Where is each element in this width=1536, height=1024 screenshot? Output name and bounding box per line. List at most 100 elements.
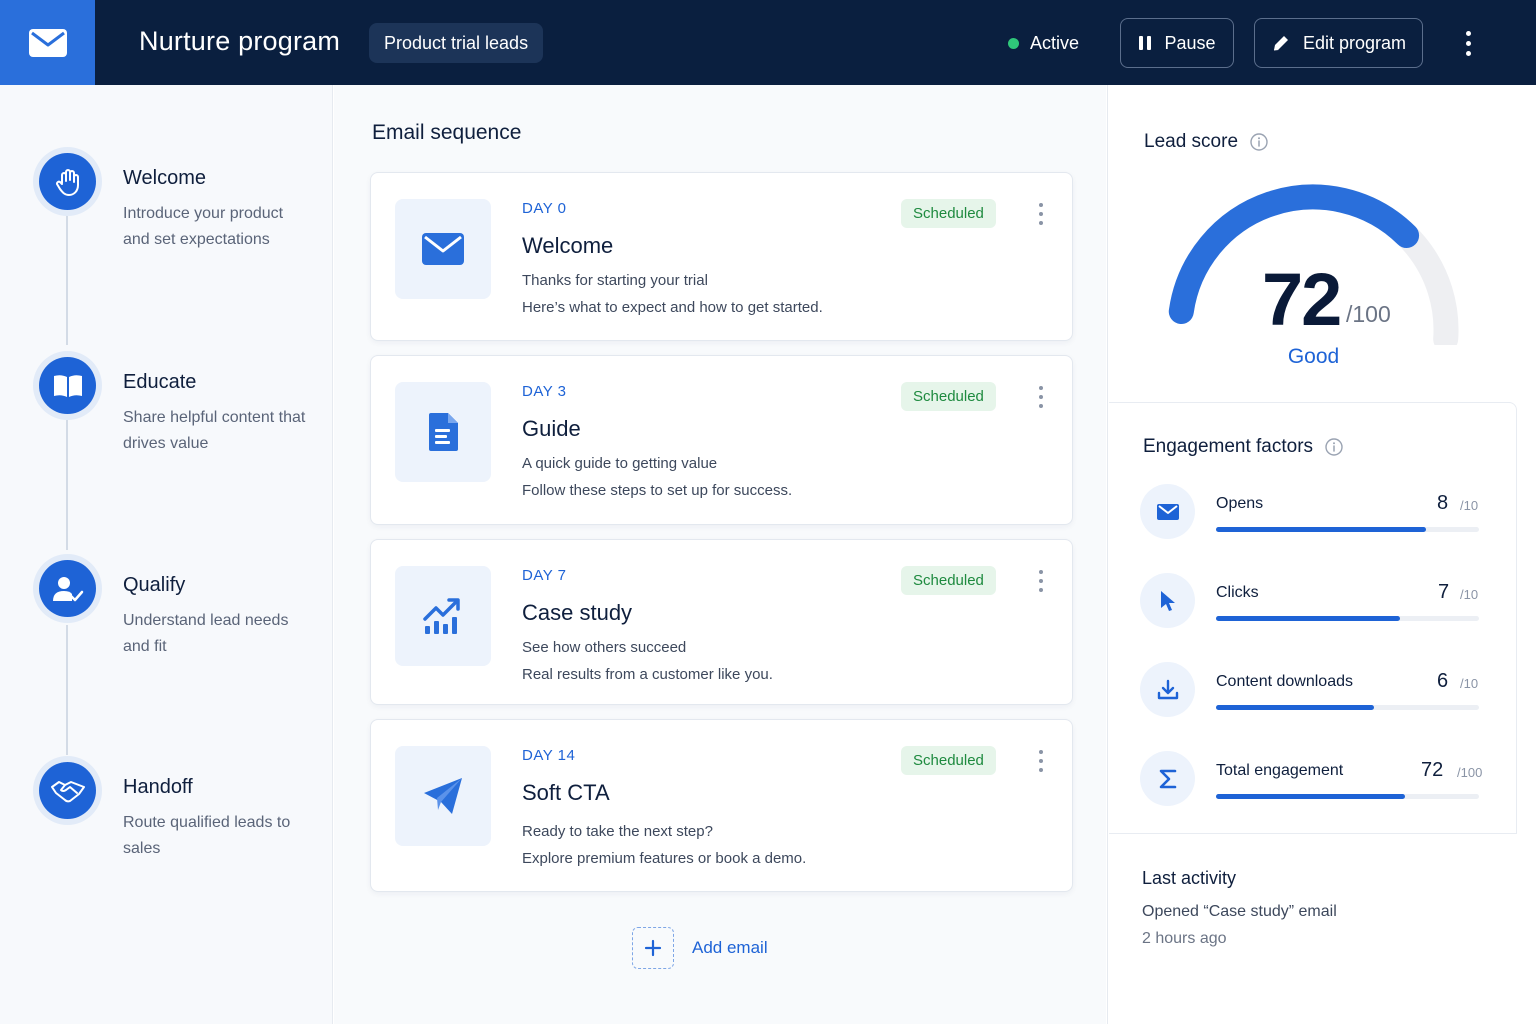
- last-activity-time: 2 hours ago: [1142, 930, 1227, 947]
- email-subject: Ready to take the next step?: [522, 823, 713, 840]
- program-stages: Welcome Introduce your product and set e…: [0, 85, 333, 1024]
- mail-icon: [1140, 484, 1195, 539]
- progress-track: [1216, 616, 1479, 621]
- sequence-title: Email sequence: [372, 121, 522, 144]
- add-email-label: Add email: [692, 938, 768, 957]
- email-preview: Follow these steps to set up for success…: [522, 482, 793, 499]
- email-subject: Thanks for starting your trial: [522, 272, 708, 289]
- email-preview: Here’s what to expect and how to get sta…: [522, 299, 823, 316]
- plus-icon: [632, 927, 674, 969]
- last-activity-heading: Last activity: [1142, 868, 1237, 888]
- progress-fill: [1216, 794, 1406, 799]
- paper-plane-icon: [395, 746, 491, 846]
- factor-value: 7: [1438, 581, 1450, 603]
- more-options-icon[interactable]: [1036, 570, 1046, 592]
- info-icon[interactable]: [1325, 438, 1343, 456]
- status-label: Active: [1030, 33, 1080, 53]
- page-title: Nurture program: [139, 26, 341, 56]
- progress-track: [1216, 794, 1479, 799]
- factor-name: Content downloads: [1216, 673, 1353, 690]
- program-status: Active: [1008, 33, 1079, 54]
- progress-fill: [1216, 616, 1401, 621]
- stage-title: Qualify: [123, 574, 186, 596]
- factor-max: /10: [1460, 676, 1479, 691]
- factor-max: /10: [1460, 587, 1479, 602]
- segment-chip[interactable]: Product trial leads: [369, 23, 544, 63]
- factor-max: /100: [1457, 765, 1483, 780]
- lead-score-value: 72: [1262, 258, 1342, 341]
- email-card-guide[interactable]: DAY 3 Guide A quick guide to getting val…: [370, 355, 1073, 525]
- lead-score-title: Lead score: [1144, 131, 1239, 152]
- mail-icon: [395, 199, 491, 299]
- stage-title: Educate: [123, 371, 197, 393]
- stage-connector: [66, 420, 68, 550]
- pause-icon: [1138, 35, 1152, 51]
- lead-score-rating: Good: [1287, 345, 1340, 368]
- stage-title: Handoff: [123, 776, 193, 798]
- stage-connector: [66, 625, 68, 755]
- stage-description: Understand lead needs and fit: [123, 612, 289, 655]
- top-bar: Nurture program Product trial leads Acti…: [0, 0, 1536, 85]
- factor-clicks: Clicks 7 /10: [1140, 573, 1485, 631]
- factor-value: 72: [1421, 759, 1444, 781]
- add-email-button[interactable]: Add email: [632, 927, 768, 969]
- engagement-factors-card: Engagement factors Opens 8 /10 Clicks 7 …: [1109, 402, 1517, 834]
- more-options-icon[interactable]: [1456, 27, 1480, 59]
- factor-name: Clicks: [1216, 584, 1259, 601]
- handshake-icon: [39, 762, 96, 819]
- user-check-icon: [39, 560, 96, 617]
- email-card-welcome[interactable]: DAY 0 Welcome Thanks for starting your t…: [370, 172, 1073, 341]
- info-icon[interactable]: [1250, 133, 1268, 151]
- email-sequence: Email sequence DAY 0 Welcome Thanks for …: [334, 85, 1106, 1024]
- stage-description: Share helpful content that drives value: [123, 409, 306, 452]
- status-badge: Scheduled: [901, 566, 996, 595]
- edit-program-button[interactable]: Edit program: [1254, 18, 1423, 68]
- email-title: Welcome: [522, 233, 614, 258]
- download-icon: [1140, 662, 1195, 717]
- more-options-icon[interactable]: [1036, 203, 1046, 225]
- stage-description: Introduce your product and set expectati…: [123, 205, 284, 248]
- email-title: Case study: [522, 600, 633, 625]
- pause-button[interactable]: Pause: [1120, 18, 1234, 68]
- email-preview: Explore premium features or book a demo.: [522, 850, 807, 867]
- app-logo[interactable]: [0, 0, 95, 85]
- factor-content-downloads: Content downloads 6 /10: [1140, 662, 1485, 720]
- factor-max: /10: [1460, 498, 1479, 513]
- edit-program-label: Edit program: [1302, 32, 1407, 53]
- progress-track: [1216, 705, 1479, 710]
- sigma-icon: [1140, 751, 1195, 806]
- more-options-icon[interactable]: [1036, 386, 1046, 408]
- factor-opens: Opens 8 /10: [1140, 484, 1485, 542]
- pause-label: Pause: [1164, 32, 1216, 53]
- progress-fill: [1216, 527, 1427, 532]
- email-card-soft-cta[interactable]: DAY 14 Soft CTA Ready to take the next s…: [370, 719, 1073, 892]
- stage-description: Route qualified leads to sales: [123, 814, 291, 857]
- email-subject: See how others succeed: [522, 639, 687, 656]
- insights-panel: Lead score 72 /100 Good Engagement facto…: [1107, 85, 1536, 1024]
- pencil-icon: [1271, 33, 1291, 53]
- factor-name: Opens: [1216, 495, 1264, 512]
- stage-connector: [66, 215, 68, 345]
- lead-score-max: /100: [1346, 301, 1391, 327]
- factor-value: 6: [1437, 670, 1449, 692]
- book-icon: [39, 357, 96, 414]
- email-title: Soft CTA: [522, 780, 610, 805]
- engagement-title: Engagement factors: [1143, 436, 1314, 457]
- document-icon: [395, 382, 491, 482]
- progress-fill: [1216, 705, 1374, 710]
- progress-track: [1216, 527, 1479, 532]
- wave-hand-icon: [39, 153, 96, 210]
- more-options-icon[interactable]: [1036, 750, 1046, 772]
- last-activity-text: Opened “Case study” email: [1142, 903, 1337, 920]
- score-readout: 72 /100: [1108, 257, 1519, 341]
- email-day: DAY 0: [522, 200, 567, 217]
- cursor-icon: [1140, 573, 1195, 628]
- mail-icon: [28, 28, 67, 57]
- email-day: DAY 7: [522, 567, 567, 584]
- status-badge: Scheduled: [901, 199, 996, 228]
- trend-chart-icon: [395, 566, 491, 666]
- email-day: DAY 3: [522, 383, 567, 400]
- email-preview: Real results from a customer like you.: [522, 666, 773, 683]
- engagement-heading: Engagement factors: [1143, 436, 1343, 458]
- email-card-case-study[interactable]: DAY 7 Case study See how others succeed …: [370, 539, 1073, 705]
